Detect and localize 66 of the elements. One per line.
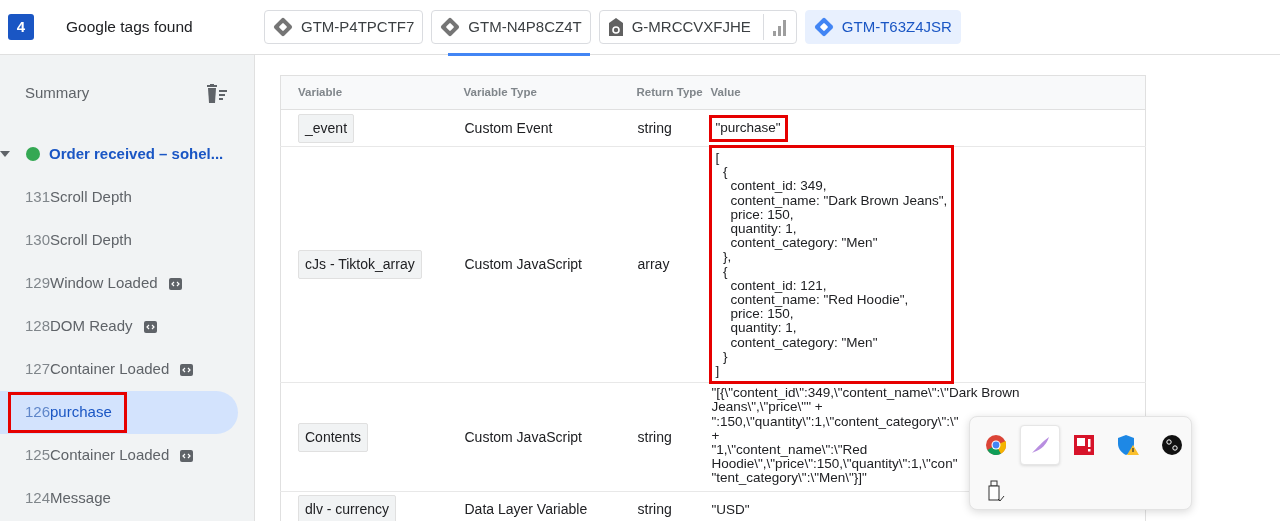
event-item[interactable]: 128DOM Ready [0,305,238,348]
header-title: Google tags found [66,17,194,38]
value-line: quantity: 1, [729,321,797,336]
value-text: "USD" [711,503,750,518]
variable-name[interactable]: _event [298,113,355,143]
shield-warning-icon [1116,434,1140,456]
value-line: }, [722,250,732,265]
value-line: } [722,349,728,365]
event-item[interactable]: 124Message [0,477,238,520]
event-item[interactable]: 131Scroll Depth [0,176,238,219]
table-cell: Custom JavaScript [463,146,637,383]
value-line: content_category: "Men" [729,335,878,350]
table-cell: Data Layer Variable [463,491,637,521]
event-group-title[interactable]: Order received – sohel... [49,142,224,166]
value-line: content_category: "Men" [730,236,878,251]
variable-name[interactable]: Contents [298,422,369,452]
caret-icon[interactable] [0,151,10,157]
clear-list-icon[interactable] [205,83,229,104]
column-header: Return Type [636,75,711,110]
feather-icon [1029,434,1051,456]
column-header: Variable [280,75,464,110]
column-header: Value [710,75,1146,110]
summary-label[interactable]: Summary [25,82,90,105]
value-line: quantity: 1, [729,222,797,237]
tag-tab[interactable]: G-MRCCVXFJHE [598,10,797,44]
event-item[interactable]: 129Window Loaded [0,262,238,305]
table-cell: string [636,109,711,147]
value-line: { [722,165,728,180]
column-header: Variable Type [463,75,637,110]
value-line: Hoodie\",\"price\":150,\"quantity\":1,\"con" [711,457,958,472]
table-cell: string [636,491,711,521]
variable-name[interactable]: cJs - Tiktok_array [298,250,422,280]
table-cell: string [636,382,711,492]
value-line: + [711,428,720,443]
event-item[interactable]: 130Scroll Depth [0,219,238,262]
chrome-icon [985,434,1007,456]
table-cell: Custom JavaScript [463,382,637,492]
value-line: price: 150, [729,307,794,322]
tag-tab[interactable]: GTM-P4TPCTF7 [264,10,424,44]
bar-chart-icon [771,17,788,37]
value-line: price: 150, [729,207,794,222]
tag-icon [607,17,624,37]
value-line: ] [715,364,720,379]
value-line: Jeans\",\"price\"" + [711,400,823,415]
usb-drive-icon [986,480,1006,502]
value-line: [ [715,151,720,166]
value-line: { [722,264,728,279]
event-item[interactable]: 127Container Loaded [0,348,238,391]
tag-tab[interactable]: GTM-T63Z4JSR [804,10,961,44]
tag-count: 4 [8,14,34,40]
value-text: "purchase" [711,118,785,139]
value-line: ":150,\"quantity\":1,\"content_category\":\" [711,414,959,429]
value-line: "1,\"content_name\":\"Red [711,442,868,458]
value-line: content_id: 121, [729,278,827,294]
table-cell: array [636,146,711,383]
alert-app-icon [1074,435,1094,455]
value-line: "tent_category\":\"Men\"}]" [711,471,867,486]
value-line: content_name: "Dark Brown Jeans", [729,193,948,208]
value-line: content_id: 349, [729,179,827,194]
variable-name[interactable]: dlv - currency [298,495,397,521]
event-item[interactable]: 125Container Loaded [0,434,238,477]
circle-logo-icon [1162,435,1182,455]
table-cell: Custom Event [463,109,637,147]
value-line: "[{\"content_id\":349,\"content_name\":\"Dark Brown [711,386,1020,401]
value-line: content_name: "Red Hoodie", [729,293,909,308]
event-item[interactable]: 126purchase [0,391,238,434]
